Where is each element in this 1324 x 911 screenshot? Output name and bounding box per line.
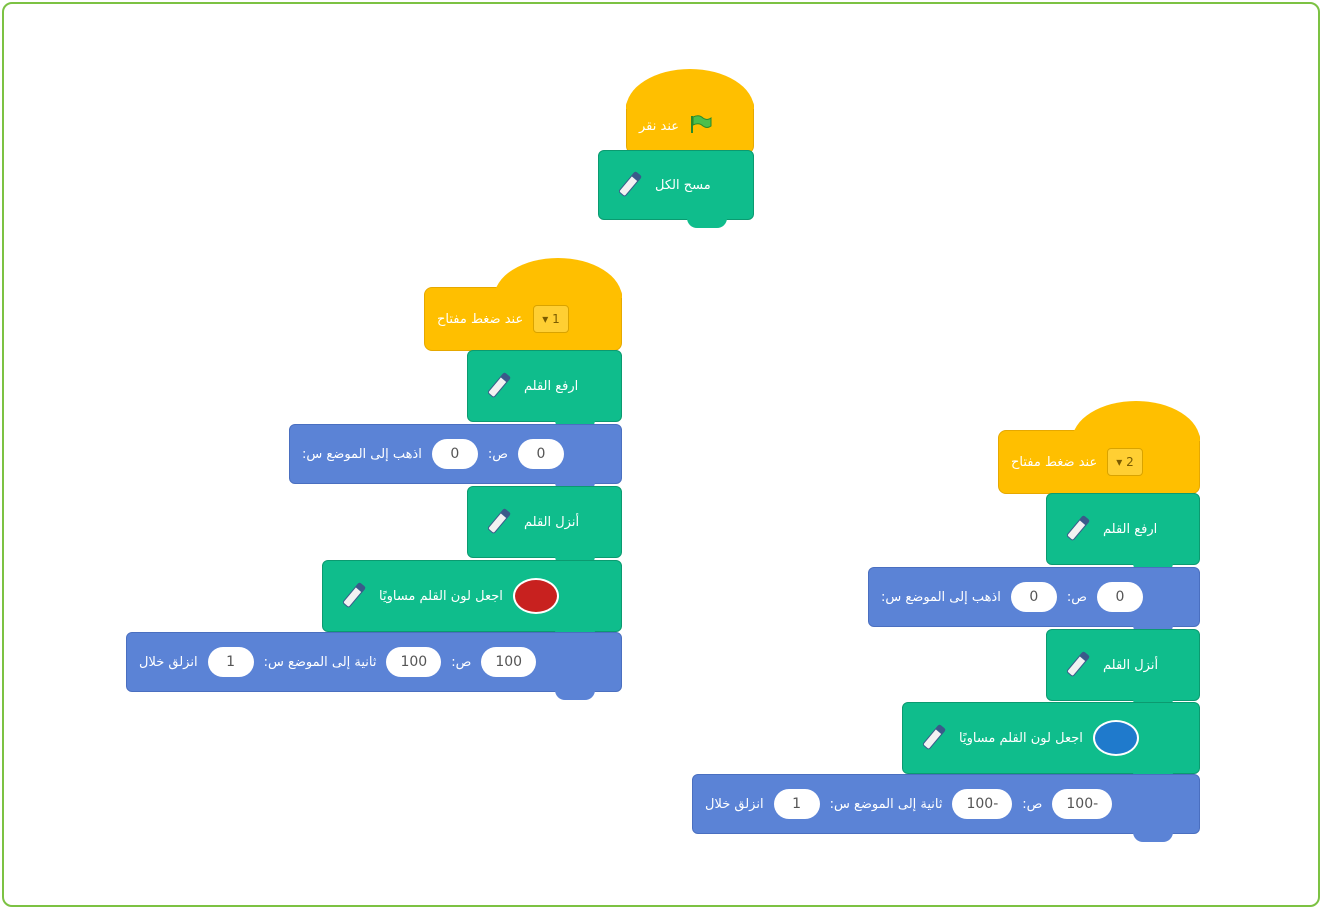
- erase-all-block[interactable]: مسح الكل: [598, 150, 754, 228]
- key-dropdown[interactable]: 1 ▾: [533, 305, 569, 333]
- y-input[interactable]: 0: [517, 439, 564, 469]
- color-swatch[interactable]: [512, 578, 559, 614]
- pen-icon: [1059, 512, 1093, 546]
- pen-down-label: أنزل القلم: [1103, 657, 1159, 673]
- set-color-label: اجعل لون القلم مساويًا: [379, 588, 503, 604]
- pen-down-label: أنزل القلم: [524, 514, 580, 530]
- glide-mid-label: ثانية إلى الموضع س:: [829, 796, 943, 812]
- y-label: ص:: [1066, 589, 1087, 605]
- y-label: ص:: [451, 654, 472, 670]
- hat-label: عند ضغط مفتاح: [1011, 454, 1098, 470]
- glide-block[interactable]: انزلق خلال 1 ثانية إلى الموضع س: 100 ص: …: [126, 632, 622, 700]
- x-input[interactable]: -100: [952, 789, 1013, 819]
- set-pen-color-block[interactable]: اجعل لون القلم مساويًا: [322, 560, 622, 640]
- go-to-xy-block[interactable]: اذهب إلى الموضع س: 0 ص: 0: [868, 567, 1200, 635]
- x-input[interactable]: 0: [1010, 582, 1057, 612]
- color-swatch[interactable]: [1092, 720, 1139, 756]
- pen-icon: [915, 721, 949, 755]
- secs-input[interactable]: 1: [773, 789, 820, 819]
- set-color-label: اجعل لون القلم مساويًا: [959, 730, 1083, 746]
- go-to-label: اذهب إلى الموضع س:: [881, 589, 1001, 605]
- x-input[interactable]: 100: [386, 647, 442, 677]
- pen-up-label: ارفع القلم: [1103, 521, 1158, 537]
- when-key-pressed-block[interactable]: عند ضغط مفتاح 1 ▾: [424, 258, 622, 351]
- when-flag-clicked-block[interactable]: عند نقر: [626, 69, 754, 154]
- hat-label: عند ضغط مفتاح: [437, 311, 524, 327]
- pen-icon: [611, 168, 645, 202]
- key-dropdown[interactable]: 2 ▾: [1107, 448, 1143, 476]
- go-to-xy-block[interactable]: اذهب إلى الموضع س: 0 ص: 0: [289, 424, 622, 492]
- y-input[interactable]: 100: [481, 647, 537, 677]
- pen-icon: [1059, 648, 1093, 682]
- glide-label: انزلق خلال: [705, 796, 764, 812]
- pen-icon: [480, 505, 514, 539]
- y-label: ص:: [487, 446, 508, 462]
- green-flag-icon: [689, 114, 713, 138]
- set-pen-color-block[interactable]: اجعل لون القلم مساويًا: [902, 702, 1200, 782]
- y-input[interactable]: -100: [1052, 789, 1113, 819]
- erase-all-label: مسح الكل: [655, 177, 711, 193]
- hat-label: عند نقر: [639, 118, 680, 134]
- secs-input[interactable]: 1: [207, 647, 254, 677]
- x-input[interactable]: 0: [431, 439, 478, 469]
- go-to-label: اذهب إلى الموضع س:: [302, 446, 422, 462]
- pen-up-label: ارفع القلم: [524, 378, 579, 394]
- when-key-pressed-block[interactable]: عند ضغط مفتاح 2 ▾: [998, 401, 1200, 494]
- pen-down-block[interactable]: أنزل القلم: [467, 486, 622, 566]
- pen-icon: [335, 579, 369, 613]
- y-input[interactable]: 0: [1096, 582, 1143, 612]
- glide-mid-label: ثانية إلى الموضع س:: [263, 654, 377, 670]
- pen-icon: [480, 369, 514, 403]
- pen-up-block[interactable]: ارفع القلم: [467, 350, 622, 430]
- y-label: ص:: [1022, 796, 1043, 812]
- pen-up-block[interactable]: ارفع القلم: [1046, 493, 1200, 573]
- pen-down-block[interactable]: أنزل القلم: [1046, 629, 1200, 709]
- glide-block[interactable]: انزلق خلال 1 ثانية إلى الموضع س: -100 ص:…: [692, 774, 1200, 842]
- glide-label: انزلق خلال: [139, 654, 198, 670]
